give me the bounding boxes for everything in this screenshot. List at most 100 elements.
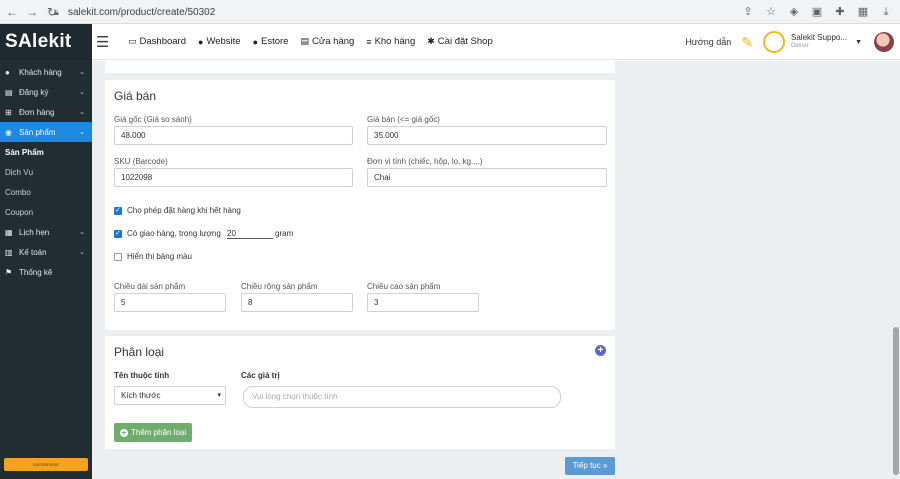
caret-down-icon[interactable]: ▼ — [855, 39, 862, 46]
top-header: ☰ ▭ Dashboard ● Website ● Estore ▤ Cửa hàng … — [92, 24, 900, 60]
cart-icon: ⊞ — [5, 107, 12, 117]
shipping-checkbox[interactable] — [114, 229, 122, 238]
enterprise-badge[interactable]: ENTERPRISE — [4, 458, 88, 471]
chevron-down-icon: ⌄ — [79, 129, 85, 136]
nav-dashboard[interactable]: ▭ Dashboard — [128, 36, 186, 47]
user-name: Salekit Suppo... — [791, 33, 848, 42]
chevron-down-icon: ⌄ — [79, 69, 85, 76]
sidebar-subitem-combo[interactable]: Combo — [0, 182, 92, 202]
flag-icon: ⚑ — [5, 267, 13, 277]
guide-link[interactable]: Hướng dẫn — [685, 37, 731, 47]
sidebar-subitem-products[interactable]: Sản Phẩm — [0, 142, 92, 162]
user-menu[interactable]: Salekit Suppo... Owner — [791, 33, 847, 51]
browser-toolbar: ← → ↻ 🔒︎ salekit.com/product/create/5030… — [0, 0, 900, 24]
calculator-icon: ▥ — [5, 247, 13, 257]
box-icon: ◉ — [5, 127, 12, 137]
attr-name-label: Tên thuộc tính — [114, 371, 170, 380]
previous-card — [105, 61, 615, 73]
attr-values-input[interactable]: Vui lòng chọn thuộc tính — [243, 386, 561, 408]
sidebar-item-stats[interactable]: ⚑ Thống kê — [0, 262, 92, 282]
profile-photo[interactable] — [874, 32, 894, 52]
sidebar-subitem-coupon[interactable]: Coupon — [0, 202, 92, 222]
calendar-icon: ▦ — [5, 227, 13, 237]
chevron-down-icon: ⌄ — [79, 109, 85, 116]
price-card: Giá bán Giá gốc (Giá so sánh) 48.000 Giá… — [105, 80, 615, 330]
scrollbar[interactable] — [892, 61, 900, 479]
chevron-down-icon: ▾ — [217, 392, 221, 399]
sidebar-item-accounting[interactable]: ▥ Kế toán ⌄ — [0, 242, 92, 262]
app-logo[interactable]: S Alekit — [0, 24, 92, 60]
orig-price-input[interactable]: 48.000 — [114, 126, 353, 145]
puzzle-icon[interactable]: ✚ — [832, 4, 848, 20]
chevron-down-icon: ⌄ — [79, 89, 85, 96]
download-icon[interactable]: ⤓ — [878, 4, 894, 20]
width-input[interactable]: 8 — [241, 293, 353, 312]
width-label: Chiều rộng sản phẩm — [241, 282, 318, 291]
allow-oos-label: Cho phép đặt hàng khi hết hàng — [127, 206, 241, 215]
orig-price-label: Giá gốc (Giá so sánh) — [114, 115, 192, 124]
sidebar-item-customers[interactable]: ● Khách hàng ⌄ — [0, 62, 92, 82]
monitor-icon: ▭ — [128, 36, 137, 46]
nav-shop-settings[interactable]: ✱ Cài đặt Shop — [427, 36, 492, 47]
gear-icon: ✱ — [427, 36, 435, 46]
url-text: salekit.com/product/create/50302 — [68, 6, 216, 18]
color-table-label: Hiển thị bảng màu — [127, 252, 192, 261]
attr-values-label: Các giá trị — [241, 371, 280, 380]
scrollbar-thumb[interactable] — [893, 327, 899, 475]
lock-icon: 🔒︎ — [54, 6, 59, 17]
unit-label: Đơn vị tính (chiếc, hộp, lọ, kg....) — [367, 157, 483, 166]
height-input[interactable]: 3 — [367, 293, 479, 312]
sku-label: SKU (Barcode) — [114, 157, 168, 166]
weight-input[interactable]: 20 — [227, 229, 273, 239]
sidebar: S Alekit ● Khách hàng ⌄ ▤ Đăng ký ⌄ ⊞ Đơn… — [0, 24, 92, 479]
length-input[interactable]: 5 — [114, 293, 226, 312]
store-icon: ▤ — [300, 36, 310, 46]
nav-warehouse[interactable]: ≡ Kho hàng — [366, 36, 415, 47]
height-label: Chiều cao sản phẩm — [367, 282, 441, 291]
shipping-label: Có giao hàng, trọng lượng — [127, 229, 221, 238]
chevron-down-icon: ⌄ — [79, 249, 85, 256]
sidebar-item-orders[interactable]: ⊞ Đơn hàng ⌄ — [0, 102, 92, 122]
attr-select[interactable]: Kích thước ▾ — [114, 386, 226, 405]
globe-icon: ● — [252, 36, 259, 47]
classification-card: Phân loại + Tên thuộc tính Kích thước ▾ … — [105, 336, 615, 449]
sale-price-label: Giá bán (<= giá gốc) — [367, 115, 440, 124]
star-icon[interactable]: ☆ — [763, 4, 779, 20]
download-box-icon[interactable]: ▣ — [809, 4, 825, 20]
allow-oos-checkbox[interactable] — [114, 206, 122, 215]
notification-bell-icon[interactable]: ✎ — [741, 34, 753, 51]
unit-input[interactable]: Chai — [367, 168, 607, 187]
sidebar-item-products[interactable]: ◉ Sản phẩm ⌄ — [0, 122, 92, 142]
address-bar[interactable]: 🔒︎ salekit.com/product/create/50302 — [54, 3, 726, 21]
user-icon: ● — [5, 67, 10, 77]
user-role: Owner — [791, 43, 809, 49]
back-icon[interactable]: ← — [2, 5, 22, 19]
database-icon: ≡ — [366, 36, 372, 47]
weight-unit: gram — [275, 229, 294, 238]
nav-estore[interactable]: ● Estore — [253, 36, 289, 47]
nav-store[interactable]: ▤ Cửa hàng — [301, 36, 355, 47]
card-icon: ▤ — [5, 87, 13, 97]
length-label: Chiều dài sản phẩm — [114, 282, 186, 291]
color-table-checkbox[interactable] — [114, 253, 122, 261]
add-circle-icon[interactable]: + — [595, 345, 606, 356]
sku-input[interactable]: 1022098 — [114, 168, 353, 187]
add-classification-button[interactable]: + Thêm phân loại — [114, 423, 193, 442]
sidebar-item-register[interactable]: ▤ Đăng ký ⌄ — [0, 82, 92, 102]
sale-price-input[interactable]: 35.000 — [367, 126, 607, 145]
forward-icon[interactable]: → — [22, 5, 42, 19]
sidebar-subitem-services[interactable]: Dịch Vụ — [0, 162, 92, 182]
plus-circle-icon: + — [120, 427, 128, 437]
shield-icon[interactable]: ◈ — [786, 4, 802, 20]
chevron-down-icon: ⌄ — [79, 229, 85, 236]
hamburger-menu-icon[interactable]: ☰ — [96, 33, 118, 51]
continue-button[interactable]: Tiếp tục » — [565, 457, 615, 475]
globe-icon: ● — [198, 36, 204, 47]
nav-website[interactable]: ● Website — [198, 36, 241, 47]
sidebar-item-appointments[interactable]: ▦ Lịch hẹn ⌄ — [0, 222, 92, 242]
share-icon[interactable]: ⇪ — [740, 4, 756, 20]
classification-title: Phân loại — [114, 345, 165, 359]
main-content: Giá bán Giá gốc (Giá so sánh) 48.000 Giá… — [92, 61, 900, 479]
avatar[interactable] — [763, 31, 786, 53]
grid-icon[interactable]: ▦ — [855, 4, 871, 20]
